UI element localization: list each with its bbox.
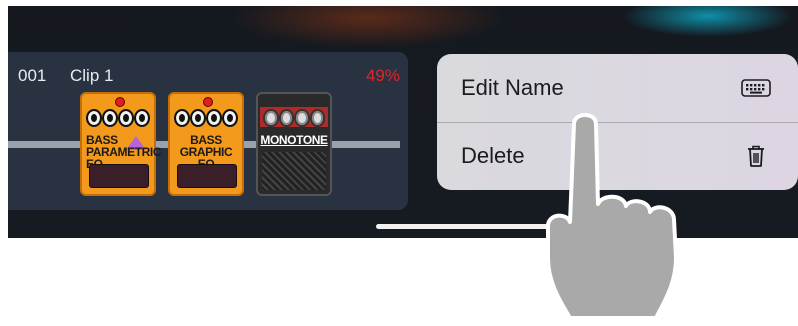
pedal-footswitch	[89, 164, 149, 188]
pedal-knobs	[260, 107, 328, 127]
pedal-knobs	[86, 109, 150, 129]
clip-percent: 49%	[365, 66, 400, 85]
edit-name-label: Edit Name	[461, 75, 564, 100]
pedal-bass-parametric-eq[interactable]: BASS PARAMETRIC EQ	[80, 92, 162, 196]
pedal-led	[203, 97, 213, 107]
keyboard-icon	[740, 75, 772, 101]
pedal-label: MONOTONE	[260, 133, 328, 147]
home-indicator	[376, 224, 566, 229]
delete-label: Delete	[461, 143, 525, 168]
clip-name: Clip 1	[70, 66, 114, 85]
pedal-footswitch	[177, 164, 237, 188]
pointing-hand-icon	[546, 113, 678, 320]
pedal-monotone[interactable]: MONOTONE	[256, 92, 332, 196]
trash-icon	[740, 143, 772, 169]
clip-number: 001	[18, 66, 47, 85]
pedal-knobs	[174, 109, 238, 129]
pedal-led	[115, 97, 125, 107]
pedal-bass-graphic-eq[interactable]: BASS GRAPHIC EQ	[168, 92, 244, 196]
pedal-grille	[262, 152, 326, 190]
clip-card[interactable]: 001 Clip 1 49% BASS PARAMETRIC EQ BASS G…	[8, 52, 408, 210]
